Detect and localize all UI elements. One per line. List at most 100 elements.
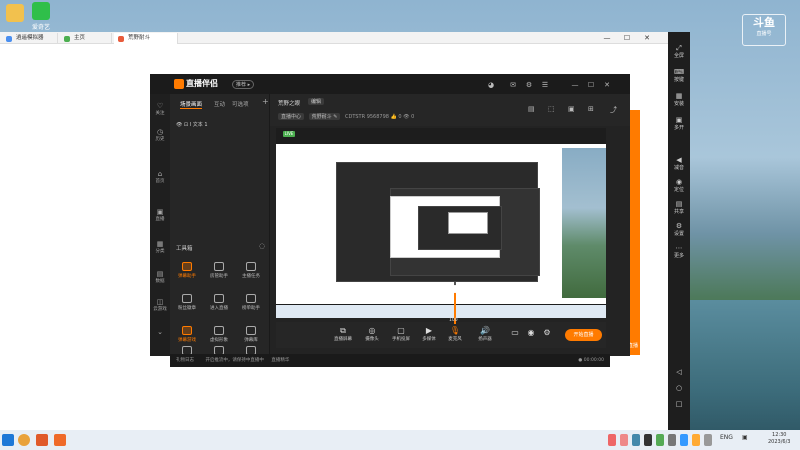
tray-app-icon[interactable] — [692, 434, 700, 446]
close-button[interactable]: ✕ — [640, 32, 654, 44]
add-scene-button[interactable]: + — [262, 97, 269, 106]
media-button[interactable]: ▶ 多媒体 — [416, 326, 442, 342]
gear-icon: ⚙ — [543, 328, 551, 337]
chevron-up-icon[interactable] — [704, 434, 712, 446]
clock[interactable]: 12:30 2023/6/3 — [768, 432, 790, 446]
home-tab-icon — [64, 36, 70, 42]
phone-cast-button[interactable]: ▢ 手机投屏 — [388, 326, 414, 342]
start-icon[interactable] — [2, 434, 14, 446]
gift-log-link[interactable]: 礼物日志 — [176, 358, 194, 363]
grid-view-icon[interactable]: ⊞ — [588, 105, 594, 113]
preview-toggle-button[interactable]: ◉ — [524, 328, 538, 338]
nav-follow[interactable]: ♡ 关注 — [150, 102, 170, 116]
app-minimize-button[interactable]: — — [570, 80, 580, 90]
sidebar-keys[interactable]: ⌨ 按键 — [668, 68, 690, 83]
room-info-bar: 荒野之眼 编辑 直播中心 荒野耐斗 ✎ CDTSTR 9568798 👍 0 👁… — [270, 94, 630, 126]
streaming-app-taskbar-icon[interactable] — [36, 434, 48, 446]
message-icon[interactable]: ✉ — [508, 80, 518, 90]
android-home-button[interactable]: ○ — [668, 384, 690, 392]
nav-cloud-game[interactable]: ◫ 云游戏 — [150, 298, 170, 312]
nav-expand[interactable]: ⌄ — [150, 328, 170, 336]
sidebar-install[interactable]: ▦ 安装 — [668, 92, 690, 107]
sidebar-volume-down[interactable]: ◀ 减音 — [668, 156, 690, 171]
tool-danmu-game[interactable]: 弹幕游戏 — [172, 326, 202, 343]
minimize-button[interactable]: — — [600, 32, 614, 44]
layout-icon[interactable]: ▤ — [528, 105, 535, 113]
tray-app-icon[interactable] — [632, 434, 640, 446]
status-bar: 礼物日志 开启推流中，请保持中直播中 直播精华 ● 00:00:00 — [170, 354, 610, 367]
nav-history[interactable]: ◷ 历史 — [150, 128, 170, 142]
desktop-icon-folder[interactable] — [2, 4, 28, 24]
tray-app-icon[interactable] — [620, 434, 628, 446]
emulator-taskbar-icon[interactable] — [54, 434, 66, 446]
recents-icon: □ — [675, 400, 683, 408]
network-icon[interactable]: ▣ — [742, 434, 748, 441]
scene-source-row[interactable]: 👁 ⊡ I 文本 1 — [176, 121, 208, 128]
language-indicator[interactable]: ENG — [720, 434, 733, 441]
tray-app-icon[interactable] — [644, 434, 652, 446]
sidebar-more[interactable]: ⋯ 更多 — [668, 244, 690, 259]
sidebar-settings[interactable]: ⚙ 设置 — [668, 222, 690, 237]
maximize-button[interactable]: ☐ — [620, 32, 634, 44]
tool-danmu-helper[interactable]: 弹幕助手 — [172, 262, 202, 279]
tab-optional[interactable]: 可选项 — [232, 100, 249, 108]
tool-avatar[interactable]: 虚拟形象 — [204, 326, 234, 343]
camera-button[interactable]: ◎ 摄像头 — [359, 326, 385, 342]
keyboard-icon: ⌨ — [673, 68, 685, 76]
crop-icon[interactable]: ⬚ — [548, 105, 555, 113]
highlight-link[interactable]: 直播精华 — [271, 358, 289, 363]
tab-scene[interactable]: 场景画面 — [180, 100, 203, 109]
media-icon: ▶ — [425, 326, 433, 335]
record-icon: ▭ — [511, 328, 519, 337]
record-button[interactable]: ▭ — [508, 328, 522, 338]
tool-anchor-task[interactable]: 主播任务 — [236, 262, 266, 279]
microphone-button[interactable]: 🎙 麦克风 — [442, 326, 468, 342]
avatar[interactable]: ◕ — [486, 80, 496, 90]
douyu-watermark: 斗鱼 直播号 — [742, 14, 786, 46]
room-chip-category[interactable]: 荒野耐斗 ✎ — [308, 113, 341, 120]
sidebar-share[interactable]: ▤ 共享 — [668, 200, 690, 215]
settings-icon[interactable]: ⚙ — [524, 80, 534, 90]
screen-icon[interactable]: ▣ — [568, 105, 575, 113]
tray-app-icon[interactable] — [656, 434, 664, 446]
nav-live[interactable]: ▣ 直播 — [150, 208, 170, 222]
nav-category[interactable]: ▦ 分类 — [150, 240, 170, 254]
sidebar-multi[interactable]: ▣ 多开 — [668, 116, 690, 131]
tray-app-icon[interactable] — [668, 434, 676, 446]
menu-icon[interactable]: ☰ — [540, 80, 550, 90]
toolbox-settings-icon[interactable]: ◌ — [259, 242, 265, 250]
live-side-tab[interactable]: 直播 — [628, 110, 640, 355]
tool-danmu-library[interactable]: 弹幕库 — [236, 326, 266, 343]
room-edit-button[interactable]: 编辑 — [308, 98, 325, 105]
sidebar-location[interactable]: ◉ 定位 — [668, 178, 690, 193]
speaker-button[interactable]: 🔊 扬声器 — [472, 326, 498, 342]
gear-icon: ⚙ — [675, 222, 683, 230]
tool-rank-helper[interactable]: 榜单助手 — [236, 294, 266, 311]
tray-app-icon[interactable] — [680, 434, 688, 446]
android-back-button[interactable]: ◁ — [668, 368, 690, 376]
app-maximize-button[interactable]: ☐ — [586, 80, 596, 90]
share-icon[interactable]: ⤴ — [610, 105, 617, 115]
browser-icon[interactable] — [18, 434, 30, 446]
app-close-button[interactable]: ✕ — [602, 80, 612, 90]
tool-enter-live[interactable]: 进入直播 — [204, 294, 234, 311]
nav-home[interactable]: ⌂ 首页 — [150, 170, 170, 184]
desktop-icon-iqiyi[interactable]: 爱奇艺 — [28, 2, 54, 31]
tab-home[interactable]: 主页 — [60, 33, 112, 44]
nav-data[interactable]: ▤ 数据 — [150, 270, 170, 284]
start-live-button[interactable]: 开始直播 — [565, 329, 602, 341]
tab-interact[interactable]: 互动 — [214, 100, 225, 108]
room-chip-center[interactable]: 直播中心 — [278, 113, 305, 120]
tab-emulator[interactable]: 逍遥模拟器 — [2, 33, 58, 44]
tool-room-manager[interactable]: 房管助手 — [204, 262, 234, 279]
tray-app-icon[interactable] — [608, 434, 616, 446]
android-recents-button[interactable]: □ — [668, 400, 690, 408]
stream-settings-button[interactable]: ⚙ — [540, 328, 554, 338]
slider-knob[interactable] — [451, 285, 459, 293]
sidebar-fullscreen[interactable]: ⤢ 全屏 — [668, 44, 690, 59]
app-badge[interactable]: 推荐 ▸ — [232, 80, 255, 89]
tab-game[interactable]: 荒野耐斗 — [114, 33, 178, 44]
game-icon — [182, 326, 192, 335]
tool-fan-badge[interactable]: 粉丝徽章 — [172, 294, 202, 311]
screen-capture-button[interactable]: ⧉ 直播屏幕 — [330, 326, 356, 342]
